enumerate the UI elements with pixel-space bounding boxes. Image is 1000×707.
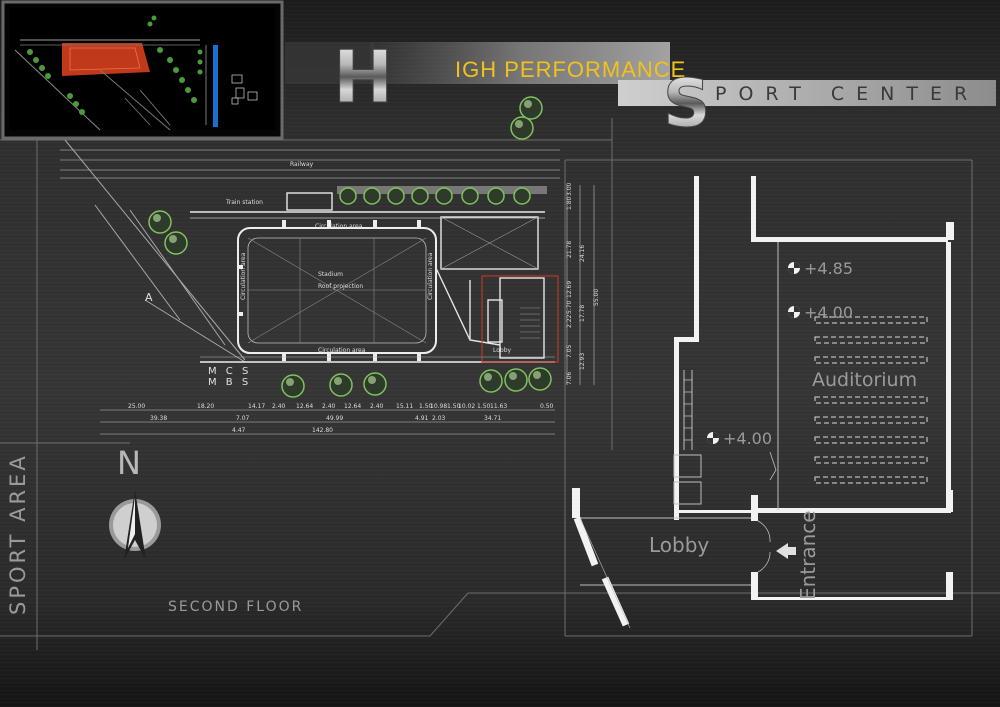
- svg-text:+4.85: +4.85: [804, 259, 853, 278]
- drawing-canvas: H IGH PERFORMANCE S PORT CENTER Railway: [0, 0, 1000, 650]
- presentation-board: H IGH PERFORMANCE S PORT CENTER Railway: [0, 0, 1000, 707]
- stadium-label: Stadium: [318, 271, 343, 278]
- svg-text:25.00: 25.00: [128, 403, 145, 410]
- svg-text:2.03: 2.03: [432, 415, 446, 422]
- title-initial-h: H: [333, 35, 393, 119]
- svg-text:4.47: 4.47: [232, 427, 246, 434]
- svg-text:10.02: 10.02: [458, 403, 475, 410]
- entrance-arrow-icon: [776, 543, 796, 559]
- svg-text:12.93: 12.93: [579, 353, 586, 370]
- dimension-row-1: 25.00 18.20 14.17 2.40 12.64 2.40 12.64 …: [128, 403, 554, 410]
- dimension-row-2: 39.38 7.07 49.99 4.91 2.03 34.71: [150, 415, 501, 422]
- dimension-row-3: 4.47 142.80: [232, 427, 333, 434]
- svg-text:18.20: 18.20: [197, 403, 214, 410]
- site-plan: Railway A Train station Stadium Roof pro…: [60, 96, 600, 435]
- svg-text:0.50: 0.50: [540, 403, 554, 410]
- circulation-bottom-label: Circulation area: [318, 347, 366, 354]
- north-letter: N: [117, 444, 141, 482]
- sport-area-label: SPORT AREA: [6, 453, 30, 615]
- svg-text:4.91: 4.91: [415, 415, 429, 422]
- svg-text:10.98: 10.98: [430, 403, 447, 410]
- svg-text:7.07: 7.07: [236, 415, 250, 422]
- dimension-col-c: 55.00: [593, 289, 600, 306]
- auditorium-label: Auditorium: [812, 369, 917, 391]
- svg-text:7.06: 7.06: [566, 371, 573, 385]
- svg-text:2.22: 2.22: [566, 314, 573, 328]
- detail-plan: +4.85 +4.00 +4.00 Auditorium Lobby Entra…: [572, 176, 954, 629]
- svg-text:14.17: 14.17: [248, 403, 265, 410]
- svg-text:39.38: 39.38: [150, 415, 167, 422]
- svg-text:142.80: 142.80: [312, 427, 333, 434]
- svg-text:1.50: 1.50: [477, 403, 491, 410]
- svg-text:11.63: 11.63: [490, 403, 507, 410]
- svg-text:2.40: 2.40: [272, 403, 286, 410]
- svg-text:55.00: 55.00: [593, 289, 600, 306]
- circulation-top-label: Circulation area: [315, 223, 363, 230]
- site-lobby-label: Lobby: [493, 347, 512, 354]
- section-mark-a: A: [145, 291, 153, 304]
- sport-center-block: [435, 216, 545, 359]
- svg-text:24.16: 24.16: [579, 245, 586, 262]
- lobby-label: Lobby: [649, 533, 709, 557]
- legend-mcs: M C S: [208, 366, 251, 377]
- level-marker-2: +4.00: [788, 303, 853, 322]
- svg-text:1.80: 1.80: [566, 196, 573, 210]
- svg-text:12.64: 12.64: [344, 403, 361, 410]
- water-channel: [213, 45, 218, 127]
- title-line-1: IGH PERFORMANCE: [455, 57, 686, 82]
- svg-text:34.71: 34.71: [484, 415, 501, 422]
- stadium-block: Stadium Roof projection Circulation area…: [237, 223, 437, 354]
- train-station-block: [286, 192, 333, 211]
- svg-text:12.69: 12.69: [566, 281, 573, 298]
- svg-text:17.78: 17.78: [579, 305, 586, 322]
- svg-text:2.40: 2.40: [370, 403, 384, 410]
- train-station-label: Train station: [225, 199, 263, 206]
- svg-text:21.78: 21.78: [566, 241, 573, 258]
- circulation-left-label: Circulation area: [240, 252, 247, 300]
- svg-text:+4.00: +4.00: [804, 303, 853, 322]
- svg-text:7.05: 7.05: [566, 344, 573, 358]
- svg-text:+4.00: +4.00: [723, 429, 772, 448]
- railway-label: Railway: [290, 161, 314, 168]
- entrance-label: Entrance: [796, 510, 820, 600]
- title-line-2: PORT CENTER: [715, 83, 979, 105]
- svg-text:15.11: 15.11: [396, 403, 413, 410]
- north-arrow: N: [109, 444, 161, 560]
- title-initial-s: S: [663, 65, 711, 142]
- svg-text:3.00: 3.00: [566, 182, 573, 196]
- level-marker-3: +4.00: [707, 429, 772, 448]
- svg-text:2.40: 2.40: [322, 403, 336, 410]
- svg-text:49.99: 49.99: [326, 415, 343, 422]
- svg-text:12.64: 12.64: [296, 403, 313, 410]
- key-map-thumbnail: [1, 0, 284, 140]
- stadium-sub-label: Roof projection: [318, 283, 363, 290]
- circulation-right-label: Circulation area: [427, 252, 434, 300]
- level-marker-1: +4.85: [788, 259, 853, 278]
- legend-mbs: M B S: [208, 377, 251, 388]
- svg-text:5.70: 5.70: [566, 300, 573, 314]
- title-block: H IGH PERFORMANCE S PORT CENTER: [285, 35, 996, 143]
- auditorium-seating: [814, 316, 928, 484]
- floor-label: SECOND FLOOR: [168, 599, 303, 615]
